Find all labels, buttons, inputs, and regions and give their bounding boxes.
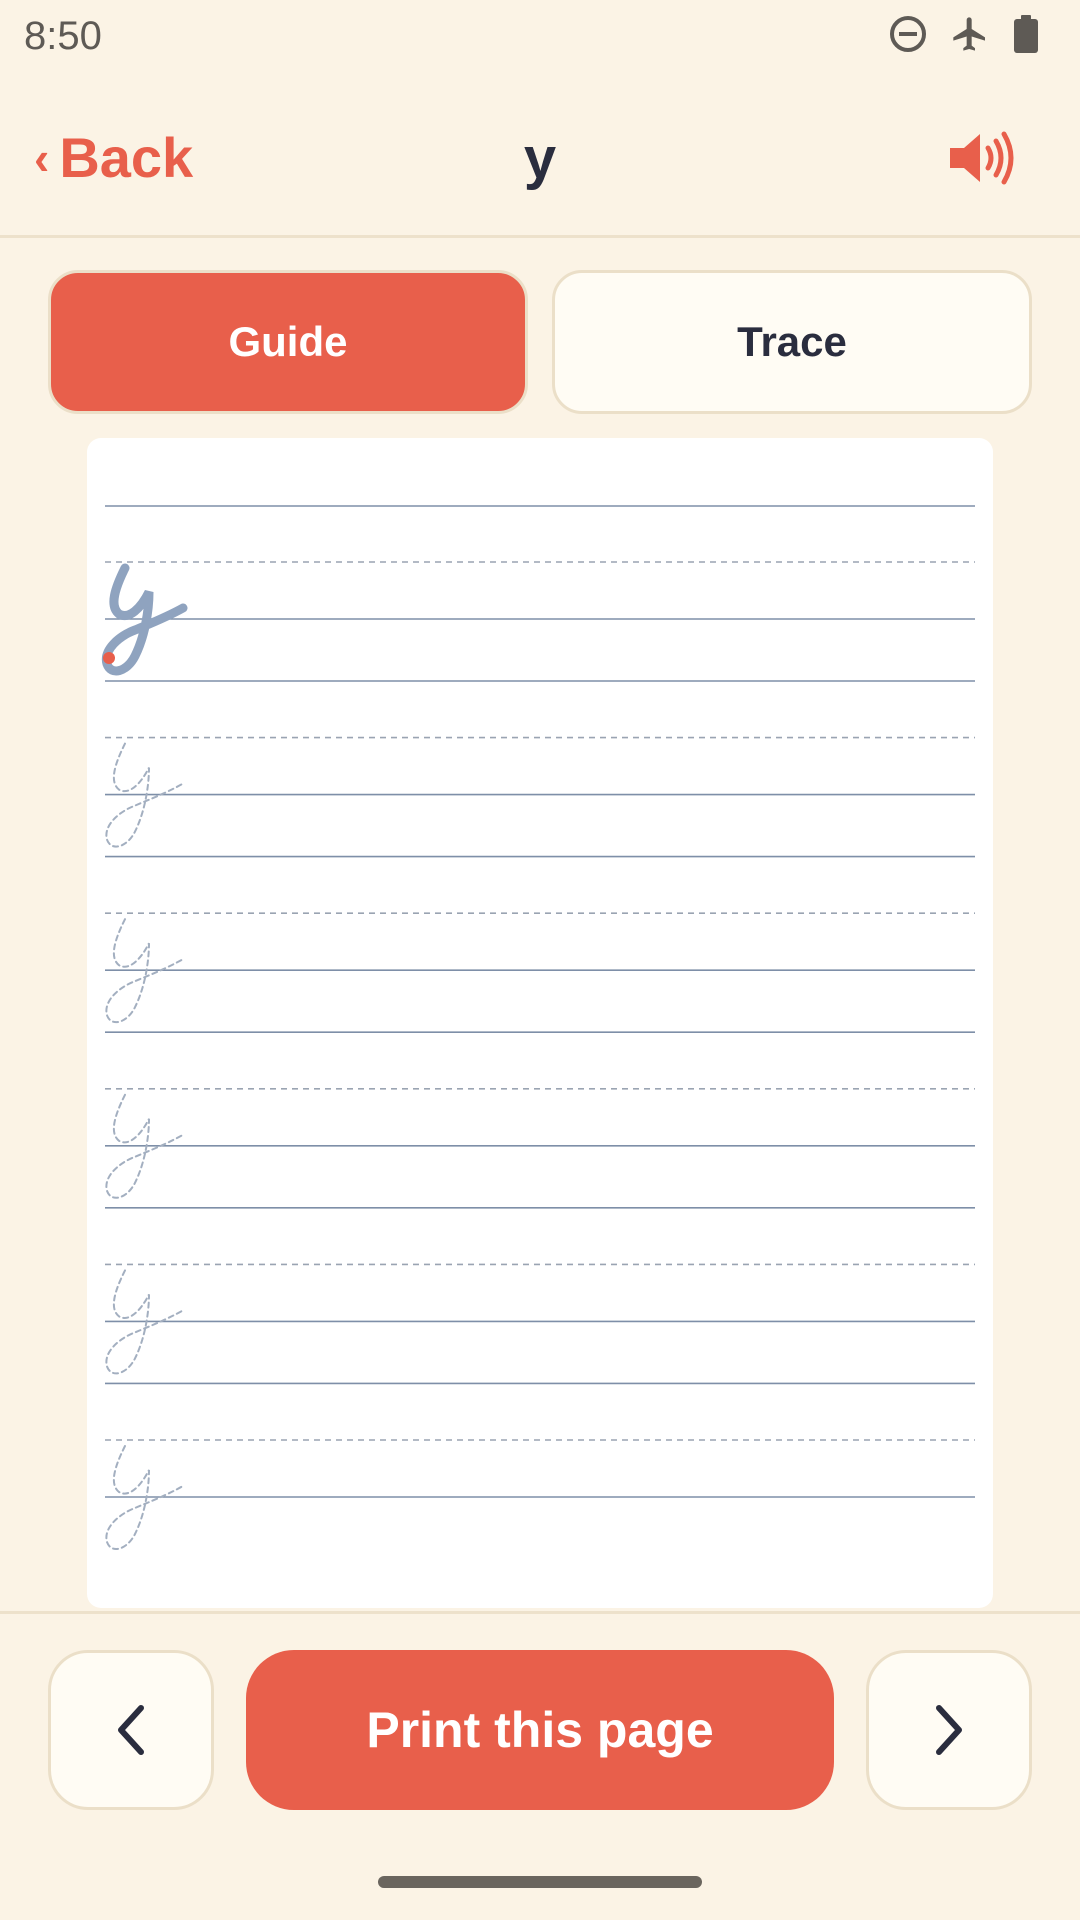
sound-button[interactable] bbox=[946, 128, 1016, 193]
tab-guide[interactable]: Guide bbox=[48, 270, 528, 414]
speaker-icon bbox=[950, 131, 1014, 185]
tracing-worksheet[interactable] bbox=[87, 438, 993, 1608]
letter-glyphs bbox=[103, 568, 183, 1550]
status-icons bbox=[888, 14, 1040, 54]
chevron-left-icon bbox=[118, 1705, 144, 1755]
start-dot bbox=[103, 652, 115, 664]
mode-tabs: Guide Trace bbox=[48, 270, 1032, 414]
previous-letter-button[interactable] bbox=[48, 1650, 214, 1810]
airplane-mode-icon bbox=[950, 14, 990, 54]
tab-trace[interactable]: Trace bbox=[552, 270, 1032, 414]
print-page-button[interactable]: Print this page bbox=[246, 1650, 834, 1810]
header: ‹ Back y bbox=[0, 90, 1080, 238]
page-title: y bbox=[523, 126, 557, 191]
do-not-disturb-icon bbox=[888, 14, 928, 54]
status-bar: 8:50 bbox=[0, 0, 1080, 75]
battery-icon bbox=[1012, 14, 1040, 54]
next-letter-button[interactable] bbox=[866, 1650, 1032, 1810]
bottom-divider bbox=[0, 1611, 1080, 1614]
ruled-lines bbox=[105, 505, 975, 1498]
chevron-right-icon bbox=[936, 1705, 962, 1755]
worksheet-canvas[interactable] bbox=[87, 438, 993, 1608]
home-indicator[interactable] bbox=[378, 1876, 702, 1888]
status-time: 8:50 bbox=[24, 14, 102, 58]
